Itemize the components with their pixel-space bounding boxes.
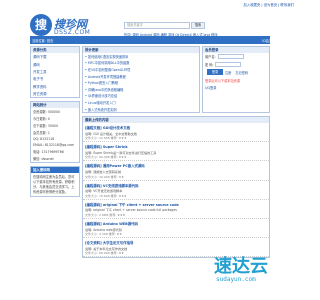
login-actions: 登录 注册 忘记密码 bbox=[203, 68, 269, 77]
breadcrumb[interactable]: 当前位置: 首页 bbox=[32, 38, 53, 43]
register-link[interactable]: 注册 bbox=[223, 69, 233, 76]
news-item[interactable]: • Qt界面设计技巧总结 bbox=[83, 93, 199, 100]
password-row: 密 码: bbox=[203, 60, 269, 67]
latest-uploads: 最新上传的内容 [编程文档] GUI设计技术文档 说明: GUI 设计相关，全中… bbox=[82, 116, 270, 259]
left-sidebar: 资源分类 源码下载 源码 开发工具 电子书 教学资料 其它资源 网站统计 总资源… bbox=[30, 46, 80, 246]
login-panel: 会员登录 用户名: 密 码: 登录 注册 忘记密码 登录后可以下载本站资源 QQ… bbox=[202, 46, 270, 113]
news-item[interactable]: • 嵌入式系统开发实例 bbox=[83, 106, 199, 113]
upload-item: [编程源码] original 下午 client + server sourc… bbox=[83, 200, 269, 219]
nav-bar bbox=[30, 36, 270, 44]
upload-desc: 说明: 关于本科论文写作的文档 bbox=[85, 246, 128, 251]
category-item[interactable]: 源码下载 bbox=[31, 53, 79, 60]
forgot-password-link[interactable]: 忘记密码 bbox=[233, 69, 250, 76]
upload-meta: 文件大小: 2.8MB 推荐: ★★★ bbox=[85, 212, 126, 217]
stats-line: 今日更新: 0 bbox=[33, 117, 50, 122]
logo[interactable]: 搜 搜珍网 DSSZ.COM bbox=[30, 14, 100, 38]
search-input[interactable]: 搜索关键字 bbox=[124, 22, 190, 29]
upload-item: [编程源码] Arduino WEB源代码 说明: Arduino web源代码… bbox=[83, 219, 269, 239]
category-item[interactable]: 教学资料 bbox=[31, 83, 79, 90]
news-item[interactable]: • Linux驱动开发入门 bbox=[83, 99, 199, 106]
upload-desc: 说明: Arduino web源代码 bbox=[85, 227, 122, 232]
stats-line: 微信: dssznet bbox=[33, 157, 54, 162]
upload-desc: 说明: original 下午 client + server source c… bbox=[85, 208, 177, 213]
category-item[interactable]: 其它资源 bbox=[31, 90, 79, 97]
upload-name[interactable]: [论文资料] 大学生论文写作指导 bbox=[85, 240, 267, 245]
news-item[interactable]: • 如何使用C语言实现快速排序 bbox=[83, 53, 199, 60]
login-box: 会员登录 用户名: 密 码: 登录 注册 忘记密码 登录后可以下载本站资源 QQ… bbox=[202, 46, 270, 113]
upload-meta: 文件大小: 32.5KB 推荐: ★★★ bbox=[85, 136, 127, 141]
register-box: 加入搜珍网 在搜珍网注册为会员后，您可以下载本站所有资源，获取积分，与其他会员交… bbox=[30, 166, 80, 198]
top-links[interactable]: 加入收藏夹 | 设为首页 | 联系我们 bbox=[243, 2, 294, 7]
password-field[interactable] bbox=[215, 61, 242, 67]
upload-desc: 说明: 通用嵌入式源码系统 bbox=[85, 169, 122, 174]
upload-name[interactable]: [编程源码] Arduino WEB源代码 bbox=[85, 221, 267, 226]
username-field[interactable] bbox=[217, 54, 244, 60]
upload-item: [编程文档] GUI设计技术文档 说明: GUI 设计相关，全中文帮助文档 文件… bbox=[83, 123, 269, 143]
news-item[interactable]: • 在VS中如何配置OpenGL环境 bbox=[83, 66, 199, 73]
watermark-text: 速达云 bbox=[214, 256, 268, 277]
category-item[interactable]: 源码 bbox=[31, 60, 79, 67]
logo-icon: 搜 bbox=[30, 14, 52, 36]
news-item[interactable]: • 详解Java中的多线程编程 bbox=[83, 86, 199, 93]
stats-line: 电话: 13179699766 bbox=[33, 150, 64, 155]
watermark-subtext: sudayun.com bbox=[216, 276, 256, 283]
search-button[interactable]: 搜索 bbox=[191, 22, 205, 29]
category-item[interactable]: 开发工具 bbox=[31, 68, 79, 75]
upload-meta: 文件大小: 78.6KB 推荐: ★★★ bbox=[85, 193, 127, 198]
upload-desc: 说明: GUI 设计相关，全中文帮助文档 bbox=[85, 131, 137, 136]
news-item[interactable]: • MFC中如何调用DLL中的函数 bbox=[83, 60, 199, 67]
upload-item: [编程源码] Super Shrink 说明: Super Shrink是一款可… bbox=[83, 142, 269, 162]
stats-line: 总资源数: 500000 bbox=[33, 110, 61, 115]
upload-name[interactable]: [编程源码] original 下午 client + server sourc… bbox=[85, 202, 267, 207]
upload-name[interactable]: [编程源码] 通用Power PC嵌入式源码 bbox=[85, 163, 267, 168]
watermark-logo: 速达云 sudayun.com bbox=[214, 252, 294, 292]
stats-box: 网站统计 总资源数: 500000 今日更新: 0 总下载数: 35000 会员… bbox=[30, 101, 80, 164]
news-panel: 预计更新 • 如何使用C语言实现快速排序 • MFC中如何调用DLL中的函数 •… bbox=[82, 46, 200, 113]
upload-name[interactable]: [编程源码] VC无线游戏脚本源代码 bbox=[85, 183, 267, 188]
upload-meta: 文件大小: 39.2KB 推荐: ★★ bbox=[85, 174, 124, 179]
logo-subtext: DSSZ.COM bbox=[54, 29, 91, 36]
qq-login-link[interactable]: QQ登录 bbox=[203, 84, 269, 91]
upload-name[interactable]: [编程源码] Super Shrink bbox=[85, 144, 267, 149]
stats-line: 会员总数: 1 bbox=[33, 131, 50, 136]
upload-item: [编程源码] VC无线游戏脚本源代码 说明: VC开发无线游戏脚本 文件大小: … bbox=[83, 181, 269, 200]
news-item[interactable]: • Android开发环境搭建教程 bbox=[83, 73, 199, 80]
nav-right-links[interactable]: ID会员 | 收藏搜索 bbox=[262, 38, 288, 43]
category-item[interactable]: 电子书 bbox=[31, 75, 79, 82]
username-label: 用户名: bbox=[205, 55, 216, 60]
category-box: 资源分类 源码下载 源码 开发工具 电子书 教学资料 其它资源 bbox=[30, 46, 80, 99]
upload-meta: 文件大小: 96.4KB 推荐: ★★★ bbox=[85, 155, 127, 160]
news-item[interactable]: • Python爬虫入门教程 bbox=[83, 79, 199, 86]
upload-desc: 说明: VC开发无线游戏脚本 bbox=[85, 189, 123, 194]
upload-meta: 文件大小: 4.3KB 推荐: ★★ bbox=[85, 232, 123, 237]
header: 搜 搜珍网 DSSZ.COM 搜索关键字 搜索 热词: 源码 Android 源… bbox=[0, 8, 300, 38]
news-box: 预计更新 • 如何使用C语言实现快速排序 • MFC中如何调用DLL中的函数 •… bbox=[82, 46, 200, 113]
register-text: 在搜珍网注册为会员后，您可以下载本站所有资源，获取积分，与其他会员交流学习。上传… bbox=[33, 175, 75, 194]
password-label: 密 码: bbox=[205, 62, 214, 67]
login-button[interactable]: 登录 bbox=[207, 69, 223, 76]
stats-line: 总下载数: 35000 bbox=[33, 124, 58, 129]
username-row: 用户名: bbox=[203, 53, 269, 60]
upload-name[interactable]: [编程文档] GUI设计技术文档 bbox=[85, 125, 267, 130]
upload-item: [编程源码] 通用Power PC嵌入式源码 说明: 通用嵌入式源码系统 文件大… bbox=[83, 161, 269, 181]
login-note: 登录后可以下载本站资源 bbox=[205, 79, 241, 84]
